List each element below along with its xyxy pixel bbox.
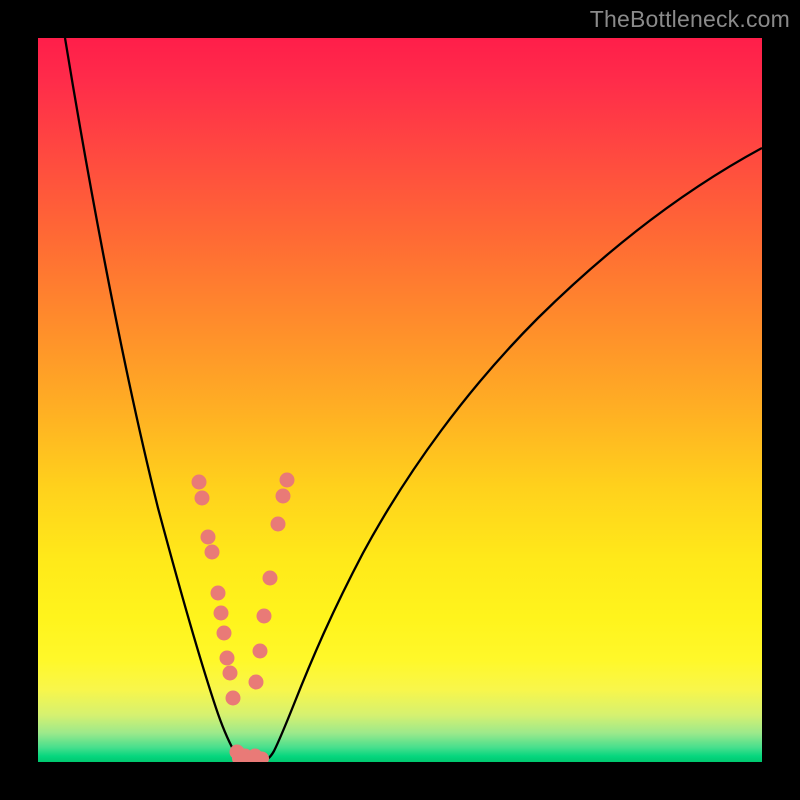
watermark-text: TheBottleneck.com [590, 6, 790, 33]
data-point [253, 644, 268, 659]
data-point [223, 666, 238, 681]
data-point [217, 626, 232, 641]
data-point [192, 475, 207, 490]
data-point [205, 545, 220, 560]
data-point [211, 586, 226, 601]
data-point [263, 571, 278, 586]
data-point [220, 651, 235, 666]
data-point [201, 530, 216, 545]
right-curve [263, 148, 762, 760]
data-point [276, 489, 291, 504]
data-point [226, 691, 241, 706]
data-point [271, 517, 286, 532]
data-point [214, 606, 229, 621]
data-point [257, 609, 272, 624]
chart-frame: TheBottleneck.com [0, 0, 800, 800]
left-curve [65, 38, 247, 760]
data-point [280, 473, 295, 488]
data-point [249, 675, 264, 690]
chart-svg [38, 38, 762, 762]
plot-area [38, 38, 762, 762]
data-points [192, 473, 295, 763]
data-point [195, 491, 210, 506]
